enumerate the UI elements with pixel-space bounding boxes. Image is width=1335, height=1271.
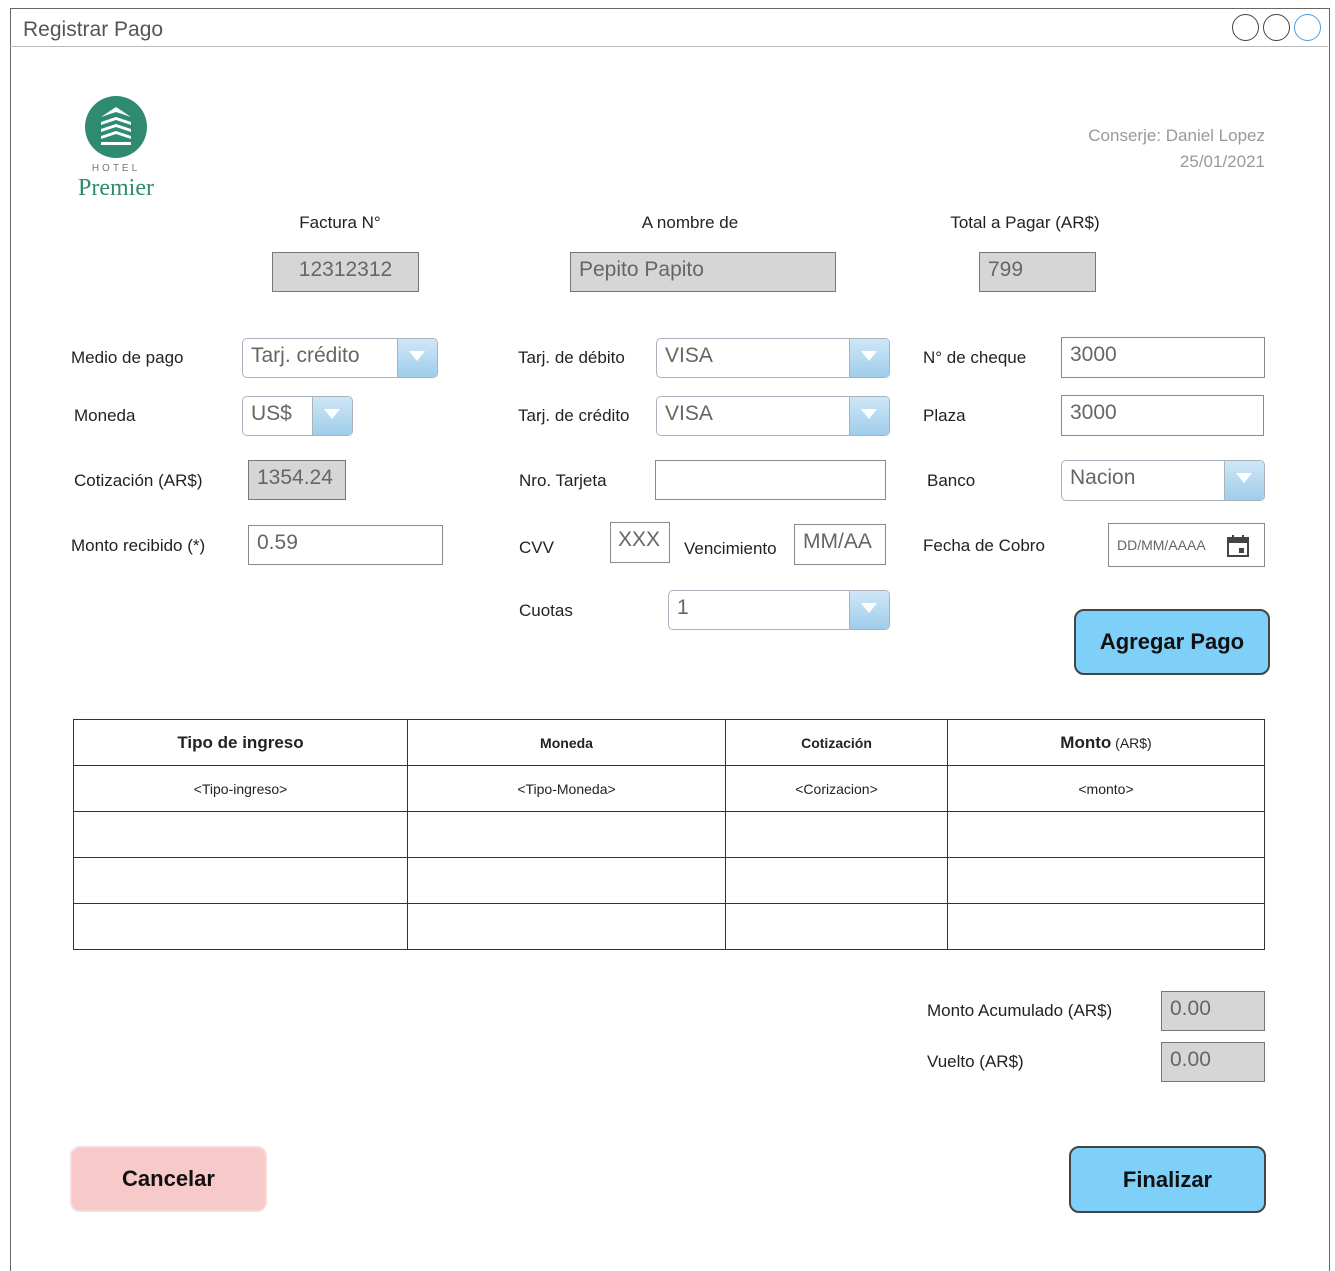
- conserje-name: Conserje: Daniel Lopez: [1088, 126, 1265, 145]
- vuelto-field: 0.00: [1161, 1042, 1265, 1082]
- title-bar: Registrar Pago: [10, 8, 1328, 47]
- vencimiento-label: Vencimiento: [684, 539, 777, 558]
- total-label: Total a Pagar (AR$): [950, 213, 1100, 232]
- maximize-button[interactable]: [1263, 14, 1290, 41]
- debito-value: VISA: [665, 344, 713, 367]
- table-row: [73, 811, 1265, 858]
- cotizacion-label: Cotización (AR$): [74, 471, 203, 490]
- cheque-input[interactable]: 3000: [1061, 337, 1265, 378]
- nro-tarjeta-label: Nro. Tarjeta: [519, 471, 607, 490]
- cheque-label: N° de cheque: [923, 348, 1027, 367]
- plaza-input[interactable]: 3000: [1061, 395, 1264, 436]
- dropdown-arrow-icon: [849, 591, 889, 629]
- factura-field: 12312312: [272, 252, 419, 292]
- cell-moneda: <Tipo-Moneda>: [407, 765, 726, 812]
- window-title: Registrar Pago: [23, 18, 164, 41]
- calendar-icon[interactable]: [1226, 534, 1250, 558]
- header-monto: Monto (AR$): [947, 719, 1265, 766]
- payments-table: Tipo de ingreso Moneda Cotización Monto …: [73, 719, 1265, 950]
- factura-label: Factura N°: [299, 213, 381, 232]
- dropdown-arrow-icon: [1224, 461, 1264, 500]
- cell-cotizacion: <Corizacion>: [725, 765, 948, 812]
- cotizacion-field: 1354.24: [248, 460, 346, 500]
- close-button[interactable]: [1294, 14, 1321, 41]
- moneda-select[interactable]: US$: [242, 396, 353, 436]
- cuotas-select[interactable]: 1: [668, 590, 890, 630]
- fecha-input[interactable]: DD/MM/AAAA: [1108, 523, 1265, 567]
- banco-label: Banco: [927, 471, 976, 490]
- fecha-label: Fecha de Cobro: [923, 536, 1045, 555]
- moneda-value: US$: [251, 402, 292, 425]
- medio-select[interactable]: Tarj. crédito: [242, 338, 438, 378]
- header-tipo-ingreso: Tipo de ingreso: [73, 719, 408, 766]
- monto-input[interactable]: 0.59: [248, 525, 443, 565]
- finalizar-button[interactable]: Finalizar: [1069, 1146, 1266, 1213]
- acumulado-field: 0.00: [1161, 991, 1265, 1031]
- nombre-label: A nombre de: [641, 213, 739, 232]
- dropdown-arrow-icon: [312, 397, 352, 435]
- credito-value: VISA: [665, 402, 713, 425]
- cell-monto: <monto>: [947, 765, 1265, 812]
- cancelar-button[interactable]: Cancelar: [70, 1146, 267, 1212]
- dropdown-arrow-icon: [849, 339, 889, 377]
- vuelto-label: Vuelto (AR$): [927, 1052, 1024, 1071]
- credito-select[interactable]: VISA: [656, 396, 890, 436]
- nombre-field: Pepito Papito: [570, 252, 836, 292]
- dropdown-arrow-icon: [849, 397, 889, 435]
- banco-value: Nacion: [1070, 466, 1136, 489]
- current-date: 25/01/2021: [1179, 152, 1265, 171]
- monto-label: Monto recibido (*): [71, 536, 206, 555]
- credito-label: Tarj. de crédito: [518, 406, 630, 425]
- medio-label: Medio de pago: [71, 348, 184, 367]
- cell-tipo-ingreso: <Tipo-ingreso>: [73, 765, 408, 812]
- total-field: 799: [979, 252, 1096, 292]
- building-icon: [85, 96, 147, 158]
- plaza-label: Plaza: [923, 406, 966, 425]
- brand-name: Premier: [78, 175, 154, 201]
- banco-select[interactable]: Nacion: [1061, 460, 1265, 501]
- moneda-label: Moneda: [74, 406, 136, 425]
- vencimiento-input[interactable]: MM/AA: [794, 524, 886, 565]
- fecha-placeholder: DD/MM/AAAA: [1117, 537, 1206, 553]
- cuotas-value: 1: [677, 596, 689, 619]
- acumulado-label: Monto Acumulado (AR$): [927, 1001, 1113, 1020]
- header-cotizacion: Cotización: [725, 719, 948, 766]
- agregar-pago-button[interactable]: Agregar Pago: [1074, 609, 1270, 675]
- table-row: [73, 857, 1265, 904]
- cvv-label: CVV: [519, 538, 554, 557]
- monto-header-label: Monto: [1060, 732, 1112, 752]
- medio-value: Tarj. crédito: [251, 344, 360, 367]
- debito-label: Tarj. de débito: [518, 348, 625, 367]
- table-row: [73, 903, 1265, 950]
- hotel-logo: HOTEL Premier: [70, 95, 162, 205]
- hotel-label: HOTEL: [91, 163, 141, 174]
- cvv-input[interactable]: XXX: [610, 522, 670, 563]
- table-row[interactable]: <Tipo-ingreso> <Tipo-Moneda> <Corizacion…: [73, 765, 1265, 812]
- minimize-button[interactable]: [1232, 14, 1259, 41]
- dropdown-arrow-icon: [397, 339, 437, 377]
- table-header-row: Tipo de ingreso Moneda Cotización Monto …: [73, 719, 1265, 766]
- cuotas-label: Cuotas: [519, 601, 573, 620]
- nro-tarjeta-input[interactable]: [655, 460, 886, 500]
- header-moneda: Moneda: [407, 719, 726, 766]
- debito-select[interactable]: VISA: [656, 338, 890, 378]
- monto-header-unit: (AR$): [1115, 734, 1152, 751]
